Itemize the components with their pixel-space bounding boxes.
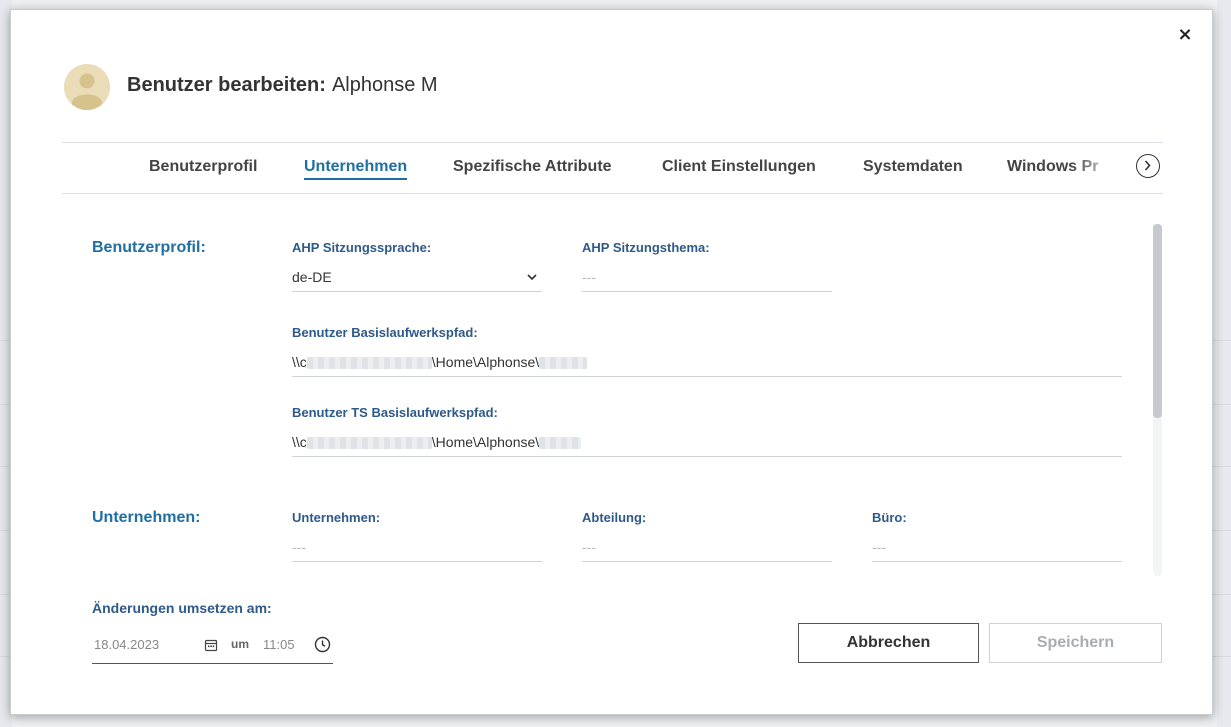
tab-spezifische-attribute[interactable]: Spezifische Attribute	[453, 158, 612, 176]
calendar-icon[interactable]	[204, 638, 218, 652]
edit-user-dialog: × Benutzer bearbeiten: Alphonse M Benutze…	[10, 9, 1213, 715]
form-content: Benutzerprofil: AHP Sitzungssprache: de-…	[62, 193, 1163, 575]
session-language-label: AHP Sitzungssprache:	[292, 240, 432, 255]
tab-overflow-fade	[1072, 143, 1142, 191]
office-value: ---	[872, 539, 886, 555]
tab-bar: Benutzerprofil Unternehmen Spezifische A…	[62, 142, 1163, 194]
redacted-server-name	[306, 357, 432, 370]
session-language-value: de-DE	[292, 269, 332, 285]
chevron-down-icon	[527, 274, 537, 281]
apply-date-value[interactable]: 18.04.2023	[94, 637, 159, 652]
dialog-title-prefix: Benutzer bearbeiten:	[127, 74, 326, 96]
base-path-prefix: \\c	[292, 354, 307, 370]
section-label-benutzerprofil: Benutzerprofil:	[92, 239, 206, 256]
tab-systemdaten[interactable]: Systemdaten	[863, 158, 963, 176]
base-path-field[interactable]: \\c \Home\Alphonse\	[292, 347, 1122, 377]
redacted-user-suffix	[539, 437, 582, 450]
office-field[interactable]: ---	[872, 532, 1122, 562]
apply-changes-label: Änderungen umsetzen am:	[92, 600, 272, 616]
session-language-select[interactable]: de-DE	[292, 262, 542, 292]
session-theme-field[interactable]: ---	[582, 262, 832, 292]
apply-time-value[interactable]: 11:05	[263, 637, 295, 652]
redacted-server-name	[306, 437, 432, 450]
tabs-next-button[interactable]	[1136, 154, 1160, 178]
ts-base-path-middle: \Home\Alphonse\	[431, 434, 540, 450]
background-right-edge	[1217, 0, 1231, 727]
ts-base-path-label: Benutzer TS Basislaufwerkspfad:	[292, 405, 498, 420]
at-word: um	[231, 637, 249, 651]
user-avatar-icon	[64, 64, 110, 110]
department-field[interactable]: ---	[582, 532, 832, 562]
save-button[interactable]: Speichern	[989, 623, 1162, 663]
tab-benutzerprofil[interactable]: Benutzerprofil	[149, 158, 257, 176]
chevron-right-icon	[1144, 160, 1151, 171]
tab-client-einstellungen[interactable]: Client Einstellungen	[662, 158, 816, 176]
clock-icon[interactable]	[314, 636, 331, 653]
scrollbar-thumb[interactable]	[1153, 224, 1162, 418]
close-icon[interactable]: ×	[1174, 24, 1196, 46]
session-theme-label: AHP Sitzungsthema:	[582, 240, 710, 255]
apply-datetime-picker[interactable]: 18.04.2023 um 11:05	[92, 628, 333, 664]
section-label-unternehmen: Unternehmen:	[92, 509, 201, 526]
base-path-middle: \Home\Alphonse\	[431, 354, 540, 370]
company-label: Unternehmen:	[292, 510, 381, 525]
base-path-label: Benutzer Basislaufwerkspfad:	[292, 325, 478, 340]
dialog-title: Benutzer bearbeiten: Alphonse M	[127, 74, 438, 97]
dialog-user-name: Alphonse M	[331, 74, 438, 96]
session-theme-value: ---	[582, 269, 596, 285]
department-label: Abteilung:	[582, 510, 647, 525]
cancel-button[interactable]: Abbrechen	[798, 623, 979, 663]
redacted-user-suffix	[539, 357, 588, 370]
ts-base-path-field[interactable]: \\c \Home\Alphonse\	[292, 427, 1122, 457]
office-label: Büro:	[872, 510, 907, 525]
content-scrollbar[interactable]	[1153, 224, 1162, 576]
tab-unternehmen[interactable]: Unternehmen	[304, 158, 408, 180]
company-field[interactable]: ---	[292, 532, 542, 562]
ts-base-path-prefix: \\c	[292, 434, 307, 450]
department-value: ---	[582, 539, 596, 555]
company-value: ---	[292, 539, 306, 555]
